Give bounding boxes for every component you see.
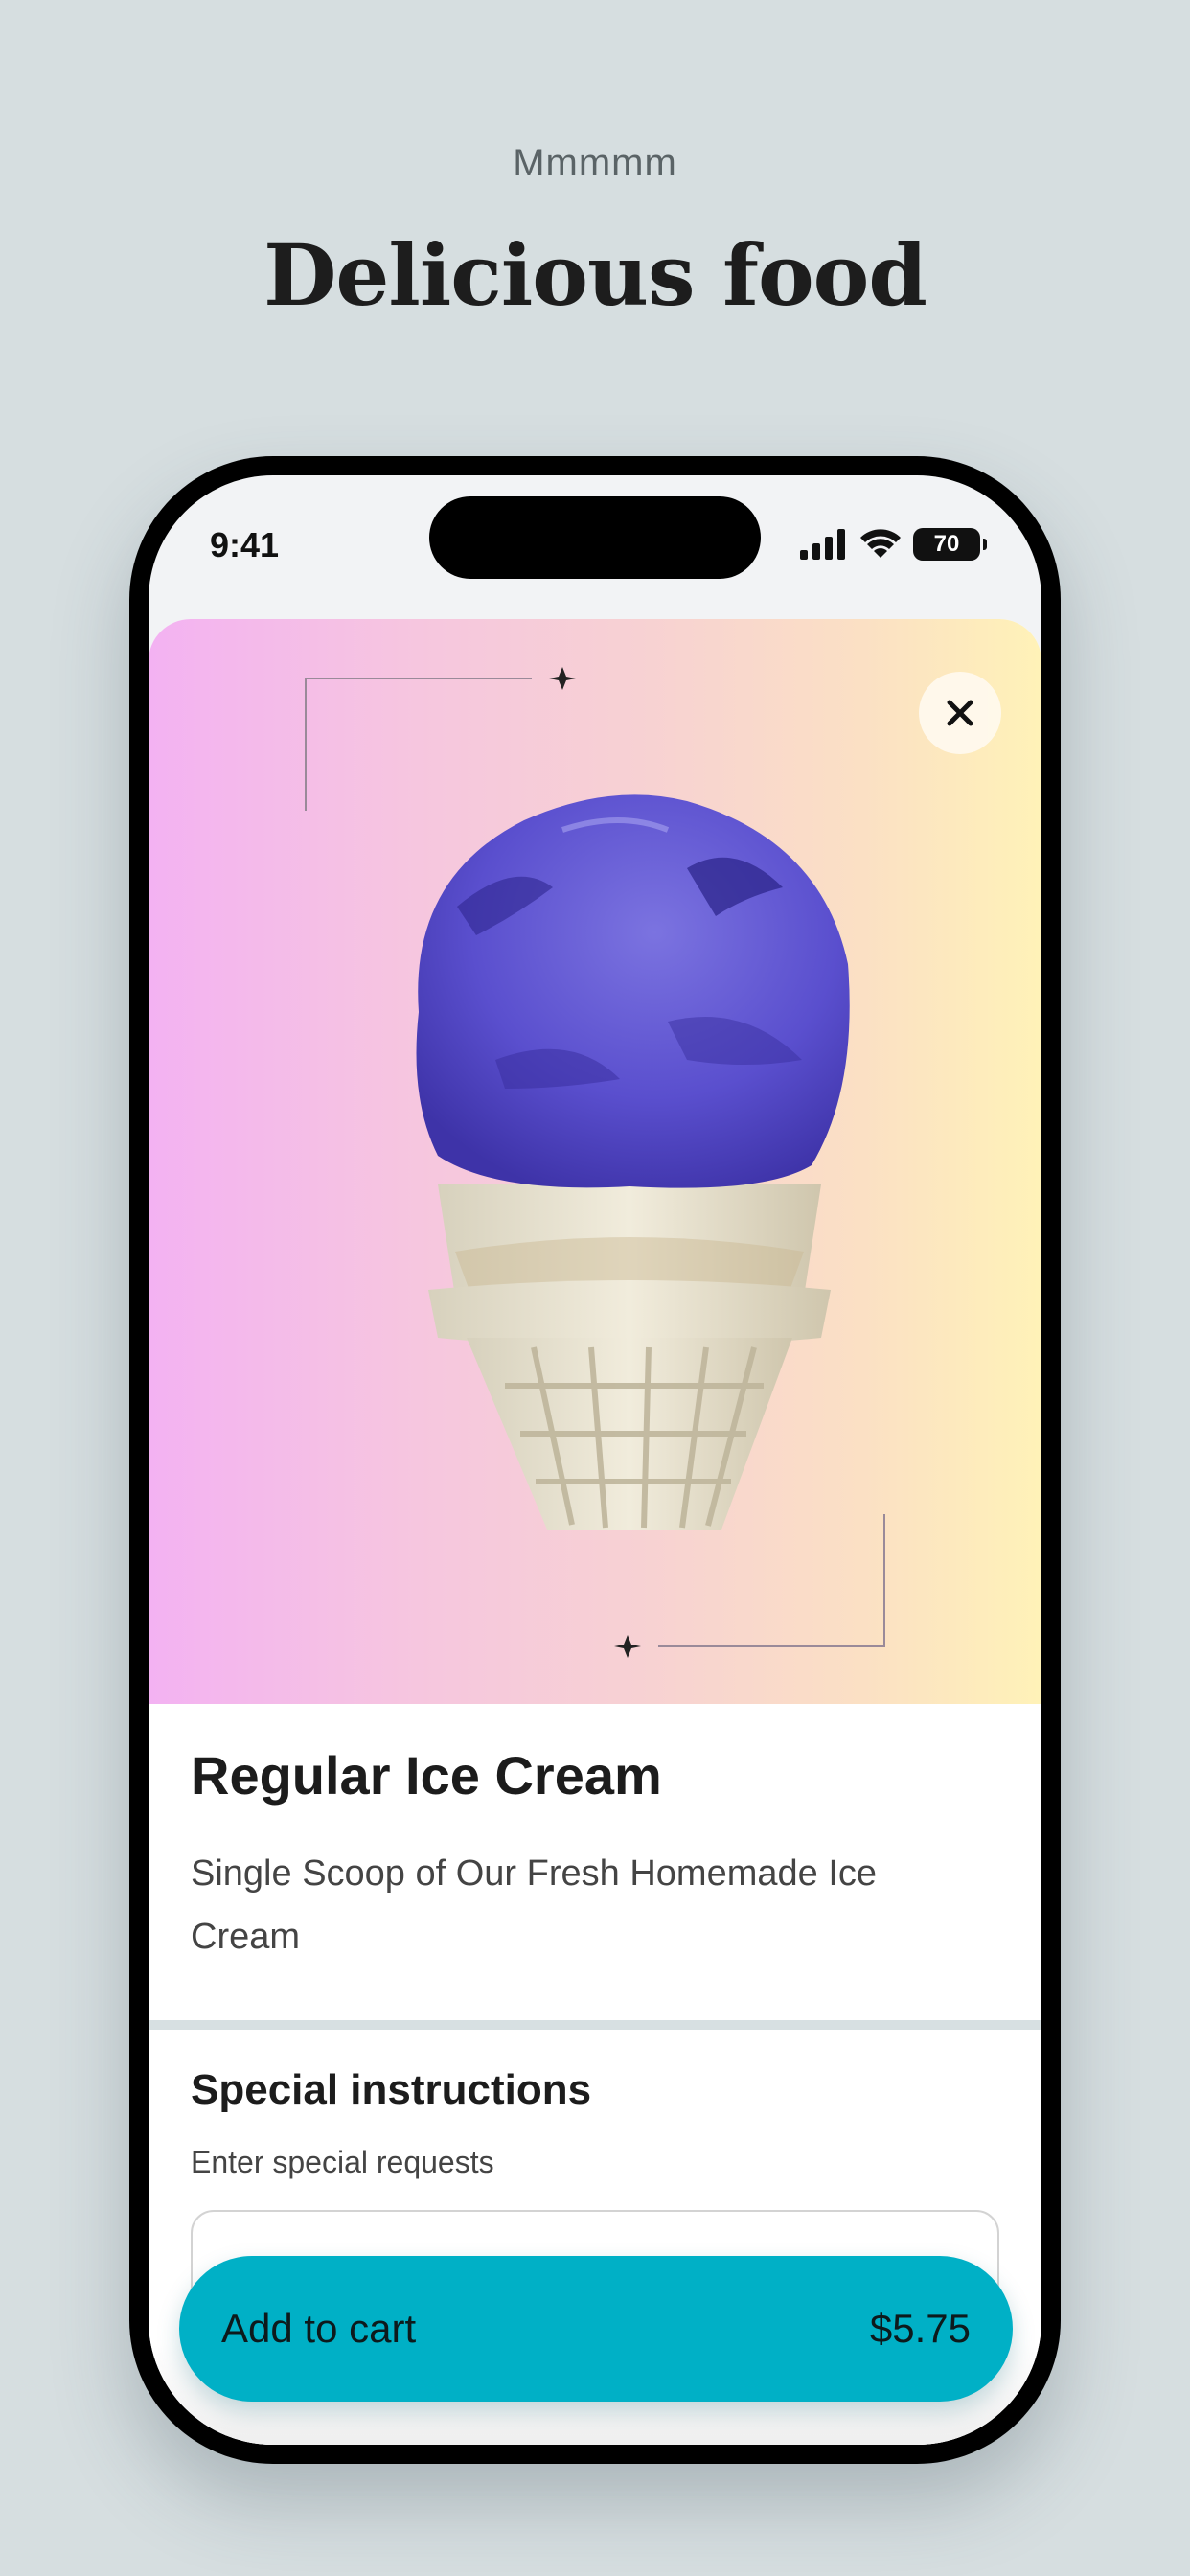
special-instructions-hint: Enter special requests xyxy=(191,2145,494,2179)
battery-level: 70 xyxy=(933,531,960,557)
product-sheet: Regular Ice Cream Single Scoop of Our Fr… xyxy=(149,619,1041,2445)
cart-price: $5.75 xyxy=(869,2306,971,2351)
close-icon xyxy=(947,700,973,726)
promo-title: Delicious food xyxy=(263,225,927,325)
close-button[interactable] xyxy=(919,672,1001,754)
phone-screen: 9:41 70 Regular Ice Cream Single Scoop o… xyxy=(149,475,1041,2445)
battery-icon: 70 xyxy=(913,528,987,561)
ice-cream-cone-image xyxy=(416,794,850,1530)
add-to-cart-button[interactable]: Add to cart $5.75 xyxy=(179,2256,1013,2402)
promo-eyebrow: Mmmmm xyxy=(513,142,677,184)
status-icons: 70 xyxy=(800,527,987,562)
section-divider xyxy=(149,2020,1041,2030)
add-to-cart-label: Add to cart xyxy=(221,2306,417,2351)
wifi-icon xyxy=(860,529,901,558)
product-description: Single Scoop of Our Fresh Homemade Ice C… xyxy=(191,1853,878,1957)
status-bar: 9:41 70 xyxy=(149,475,1041,619)
product-hero xyxy=(149,619,1041,1704)
status-time: 9:41 xyxy=(210,525,280,564)
product-title: Regular Ice Cream xyxy=(191,1745,662,1806)
special-instructions-title: Special instructions xyxy=(191,2066,592,2113)
dynamic-island xyxy=(429,496,761,579)
signal-icon xyxy=(800,529,845,560)
phone-frame: 9:41 70 Regular Ice Cream Single Scoop o… xyxy=(129,456,1061,2464)
